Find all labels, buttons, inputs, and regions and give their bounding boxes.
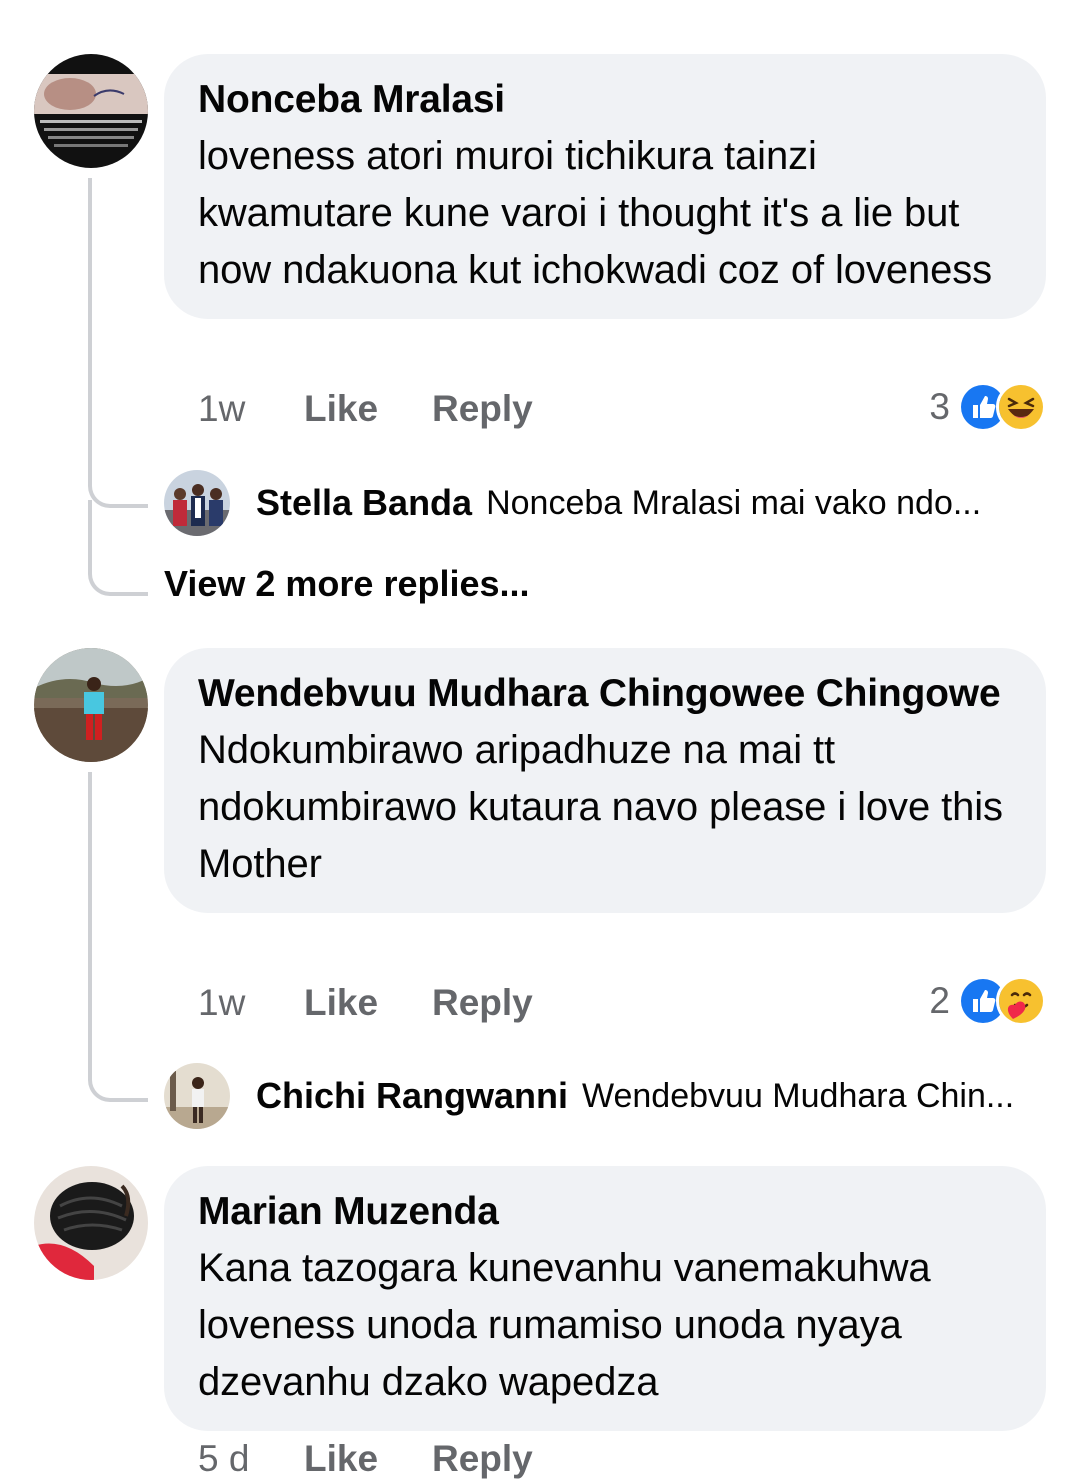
like-button[interactable]: Like [304,388,432,430]
view-more-replies-link[interactable]: View 2 more replies... [164,563,530,605]
comment-bubble: Marian Muzenda Kana tazogara kunevanhu v… [164,1166,1046,1431]
reply-preview[interactable]: Chichi Rangwanni Wendebvuu Mudhara Chin.… [164,1063,1014,1129]
reply-text: Wendebvuu Mudhara Chin... [582,1076,1015,1115]
comment-author[interactable]: Wendebvuu Mudhara Chingowee Chingowe [198,666,1012,722]
reply-button[interactable]: Reply [432,982,533,1024]
comment-actions: 1w Like Reply [198,982,533,1024]
like-button[interactable]: Like [304,1438,432,1480]
commenter-avatar[interactable] [34,1166,148,1280]
reaction-summary[interactable]: 3 [929,382,1046,432]
reply-button[interactable]: Reply [432,388,533,430]
comment-text: loveness atori muroi tichikura tainzi kw… [198,134,993,292]
comment-timestamp[interactable]: 1w [198,388,304,430]
like-button[interactable]: Like [304,982,432,1024]
care-icon [996,976,1046,1026]
comment-author[interactable]: Marian Muzenda [198,1184,1012,1240]
comment-bubble: Wendebvuu Mudhara Chingowee Chingowe Ndo… [164,648,1046,913]
reply-button[interactable]: Reply [432,1438,533,1480]
haha-icon [996,382,1046,432]
comment-text: Kana tazogara kunevanhu vanemakuhwa love… [198,1246,931,1404]
reaction-count: 2 [929,980,950,1021]
thread-connector [88,500,148,596]
comment-author[interactable]: Nonceba Mralasi [198,72,1012,128]
thread-connector [88,178,148,508]
reaction-count: 3 [929,386,950,427]
reply-avatar[interactable] [164,470,230,536]
reply-avatar[interactable] [164,1063,230,1129]
comment-actions: 1w Like Reply [198,388,533,430]
thread-connector [88,772,148,1102]
reaction-summary[interactable]: 2 [929,976,1046,1026]
commenter-avatar[interactable] [34,648,148,762]
comment-timestamp[interactable]: 5 d [198,1438,304,1480]
reply-author[interactable]: Chichi Rangwanni [256,1075,568,1117]
commenter-avatar[interactable] [34,54,148,168]
comment-bubble: Nonceba Mralasi loveness atori muroi tic… [164,54,1046,319]
comment-text: Ndokumbirawo aripadhuze na mai tt ndokum… [198,728,1003,886]
comment-actions: 5 d Like Reply [198,1438,533,1480]
reply-preview[interactable]: Stella Banda Nonceba Mralasi mai vako nd… [164,470,981,536]
reply-author[interactable]: Stella Banda [256,482,472,524]
comment-timestamp[interactable]: 1w [198,982,304,1024]
reply-text: Nonceba Mralasi mai vako ndo... [486,483,982,522]
